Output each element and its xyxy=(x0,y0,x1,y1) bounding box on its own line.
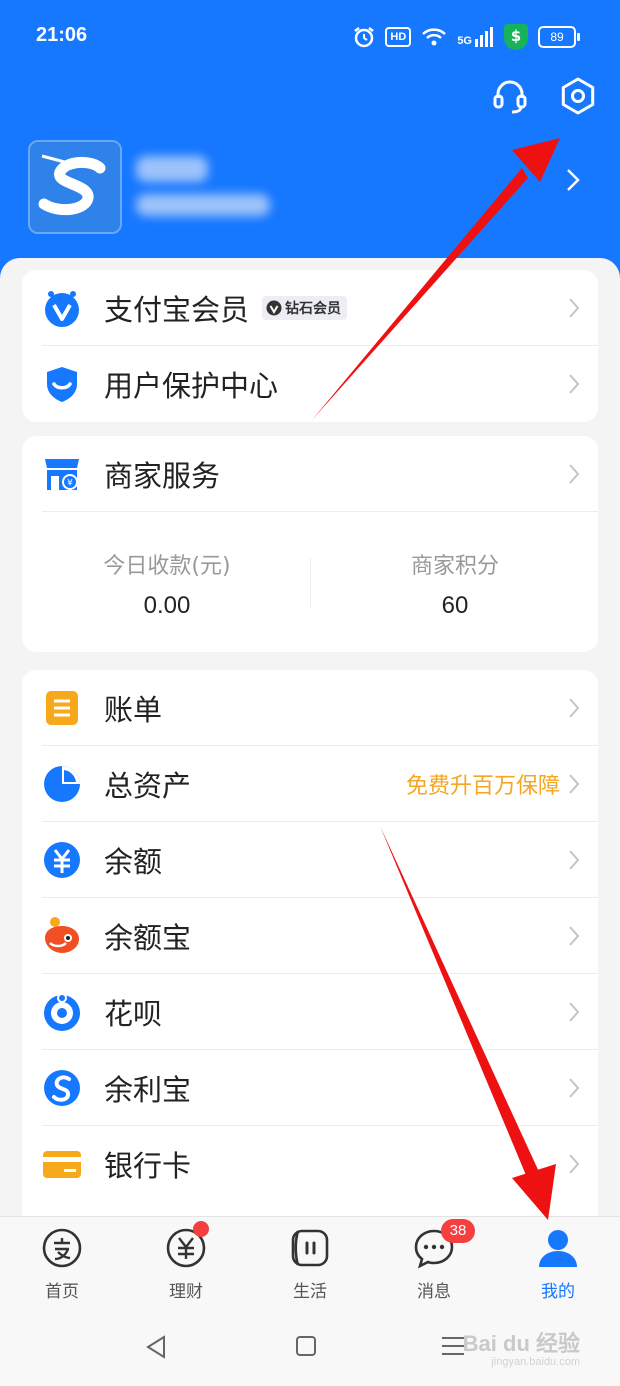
notification-dot xyxy=(193,1221,209,1237)
store-icon: ¥ xyxy=(45,459,79,490)
chevron-right-icon xyxy=(569,1154,580,1174)
avatar-s-logo-icon xyxy=(30,142,120,232)
yuebao-icon xyxy=(45,917,79,953)
total-assets-icon xyxy=(44,766,80,802)
tab-life[interactable]: 生活 xyxy=(248,1227,372,1302)
finance-list-card: 账单 总资产 免费升百万保障 余额 余额宝 花呗 余利宝 银行卡 xyxy=(22,670,598,1230)
list-item-label: 余额宝 xyxy=(104,921,192,955)
back-triangle-icon[interactable] xyxy=(144,1334,168,1360)
headset-icon xyxy=(493,80,527,114)
tab-label: 首页 xyxy=(45,1282,79,1302)
gear-icon xyxy=(561,77,595,115)
profile-header: 21:06 HD 5G $ 89 xyxy=(0,0,620,300)
battery-icon: 89 xyxy=(538,26,580,48)
profile-name xyxy=(136,156,208,182)
tab-profile[interactable]: 我的 xyxy=(496,1227,620,1302)
stat-value: 60 xyxy=(441,592,469,619)
member-badge-icon xyxy=(45,291,79,327)
list-item-alipay-member[interactable]: 支付宝会员 钻石会员 xyxy=(22,270,598,346)
status-icons: HD 5G $ 89 xyxy=(353,24,580,50)
stat-today-income[interactable]: 今日收款(元) 0.00 xyxy=(22,548,312,620)
tab-label: 我的 xyxy=(541,1282,575,1302)
list-item-yulibao[interactable]: 余利宝 xyxy=(22,1050,598,1126)
list-item-bill[interactable]: 账单 xyxy=(22,670,598,746)
list-item-user-protection[interactable]: 用户保护中心 xyxy=(22,346,598,422)
tab-label: 消息 xyxy=(417,1282,451,1302)
insurance-promo[interactable]: 免费升百万保障 xyxy=(406,768,560,800)
list-item-total-assets[interactable]: 总资产 免费升百万保障 xyxy=(22,746,598,822)
list-item-label: 商家服务 xyxy=(104,459,221,493)
list-item-label: 余额 xyxy=(104,845,163,879)
tab-wealth[interactable]: 理财 xyxy=(124,1221,248,1302)
chevron-right-icon xyxy=(569,850,580,870)
bank-card-icon xyxy=(43,1151,81,1178)
chevron-right-icon xyxy=(569,774,580,794)
chevron-right-icon xyxy=(569,374,580,394)
profile-chevron-icon[interactable] xyxy=(566,168,580,196)
list-item-bank-card[interactable]: 银行卡 xyxy=(22,1126,598,1202)
merchant-stats: 今日收款(元) 0.00 商家积分 60 xyxy=(22,512,598,652)
stat-label: 商家积分 xyxy=(410,554,499,579)
avatar[interactable] xyxy=(28,140,122,234)
hd-icon: HD xyxy=(385,27,412,47)
system-nav-bar: Bai du 经验 jingyan.baidu.com xyxy=(0,1312,620,1386)
chevron-right-icon xyxy=(569,298,580,318)
profile-account xyxy=(136,194,270,216)
diamond-member-badge: 钻石会员 xyxy=(262,296,347,320)
list-item-label: 花呗 xyxy=(104,997,163,1031)
stat-label: 今日收款(元) xyxy=(103,554,231,579)
yulibao-icon xyxy=(44,1070,80,1106)
status-time: 21:06 xyxy=(36,24,88,46)
list-item-label: 账单 xyxy=(104,693,163,727)
list-item-huabei[interactable]: 花呗 xyxy=(22,974,598,1050)
customer-service-button[interactable] xyxy=(488,74,532,118)
home-square-icon[interactable] xyxy=(294,1334,318,1358)
huabei-icon xyxy=(44,993,80,1031)
tab-home[interactable]: 首页 xyxy=(0,1227,124,1302)
tab-label: 生活 xyxy=(293,1282,327,1302)
balance-yuan-icon xyxy=(44,842,80,878)
list-item-label: 余利宝 xyxy=(104,1073,192,1107)
tab-label: 理财 xyxy=(169,1282,203,1302)
network-type: 5G xyxy=(457,35,472,47)
watermark-logo: Bai du 经验 xyxy=(462,1331,580,1356)
list-item-label: 用户保护中心 xyxy=(104,369,279,403)
stat-merchant-points[interactable]: 商家积分 60 xyxy=(310,548,598,620)
unread-count-badge: 38 xyxy=(441,1219,475,1243)
wifi-icon xyxy=(422,28,447,46)
alipay-home-icon xyxy=(42,1228,82,1268)
svg-text:¥: ¥ xyxy=(67,479,73,489)
list-item-label: 支付宝会员 xyxy=(104,293,250,327)
stat-value: 0.00 xyxy=(143,592,191,619)
cellular-signal-icon: 5G xyxy=(457,27,494,47)
profile-icon xyxy=(539,1230,577,1267)
chevron-right-icon xyxy=(569,926,580,946)
list-item-balance[interactable]: 余额 xyxy=(22,822,598,898)
list-item-merchant-services[interactable]: ¥ 商家服务 xyxy=(22,436,598,512)
bill-icon xyxy=(46,691,78,725)
watermark-url: jingyan.baidu.com xyxy=(491,1356,580,1368)
protection-shield-icon xyxy=(47,367,77,402)
list-item-yuebao[interactable]: 余额宝 xyxy=(22,898,598,974)
membership-card: 支付宝会员 钻石会员 用户保护中心 xyxy=(22,270,598,422)
battery-level: 89 xyxy=(550,30,564,44)
security-shield-icon: $ xyxy=(504,24,528,50)
bottom-tab-bar: 首页 理财 生活 38 消息 我的 xyxy=(0,1216,620,1313)
content-sheet: 支付宝会员 钻石会员 用户保护中心 ¥ 商家服务 今日收款(元) 0.00 商家… xyxy=(0,258,620,1230)
life-icon xyxy=(291,1229,329,1267)
tab-messages[interactable]: 38 消息 xyxy=(372,1219,496,1302)
list-item-label: 总资产 xyxy=(104,769,192,803)
settings-button[interactable] xyxy=(556,74,600,118)
chevron-right-icon xyxy=(569,464,580,484)
diamond-v-icon xyxy=(266,300,282,316)
chevron-right-icon xyxy=(569,1078,580,1098)
merchant-card: ¥ 商家服务 今日收款(元) 0.00 商家积分 60 xyxy=(22,436,598,652)
alarm-icon xyxy=(354,27,375,48)
badge-text: 钻石会员 xyxy=(285,301,341,317)
list-item-label: 银行卡 xyxy=(104,1149,192,1183)
chevron-right-icon xyxy=(569,1002,580,1022)
chevron-right-icon xyxy=(569,698,580,718)
